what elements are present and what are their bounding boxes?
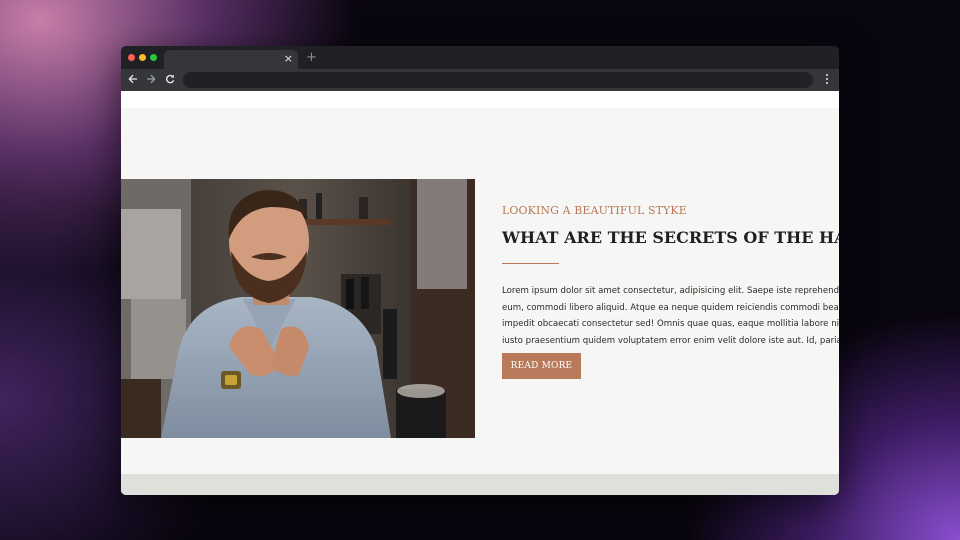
browser-tab[interactable]: × — [164, 50, 298, 69]
section-kicker: LOOKING A BEAUTIFUL STYKE — [502, 204, 687, 217]
browser-toolbar — [121, 69, 839, 91]
next-section-strip — [121, 474, 839, 495]
arrow-left-icon[interactable] — [128, 72, 138, 86]
kebab-menu-icon[interactable] — [824, 72, 830, 88]
browser-window: × + LOOKING A BEAUTIFUL STYKE WHAT ARE T… — [121, 46, 839, 495]
arrow-right-icon[interactable] — [146, 72, 156, 86]
feature-section: LOOKING A BEAUTIFUL STYKE WHAT ARE THE S… — [121, 108, 839, 474]
body-line: eum, commodi libero aliquid. Atque ea ne… — [502, 302, 839, 313]
body-line: iusto praesentium quidem voluptatem erro… — [502, 335, 839, 346]
minimize-window-button[interactable] — [139, 54, 146, 61]
close-window-button[interactable] — [128, 54, 135, 61]
feature-content: LOOKING A BEAUTIFUL STYKE WHAT ARE THE S… — [502, 108, 839, 474]
address-bar[interactable] — [183, 72, 813, 88]
man-with-beard-in-barbershop-photo — [121, 179, 475, 438]
read-more-button[interactable]: READ MORE — [502, 353, 581, 379]
section-body: Lorem ipsum dolor sit amet consectetur, … — [502, 283, 839, 349]
body-line: impedit obcaecati consectetur sed! Omnis… — [502, 319, 839, 329]
reload-icon[interactable] — [165, 72, 175, 86]
page-viewport: LOOKING A BEAUTIFUL STYKE WHAT ARE THE S… — [121, 91, 839, 495]
maximize-window-button[interactable] — [150, 54, 157, 61]
body-line: Lorem ipsum dolor sit amet consectetur, … — [502, 286, 839, 296]
new-tab-button[interactable]: + — [306, 51, 317, 65]
heading-divider — [502, 263, 559, 264]
section-heading: WHAT ARE THE SECRETS OF THE HAIRCUT — [502, 228, 839, 247]
tab-close-icon[interactable]: × — [284, 52, 293, 66]
tab-bar: × + — [121, 46, 839, 69]
